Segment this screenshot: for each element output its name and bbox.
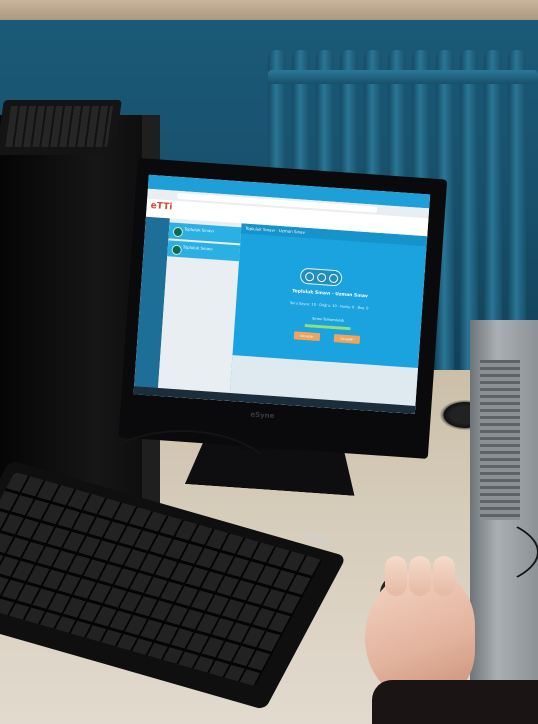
badge-icon [316, 272, 327, 283]
exam-badges [299, 267, 343, 287]
monitor: eTTi Topluluk Sınavı Topluluk Sınavı Top… [118, 158, 448, 459]
background-keys [5, 106, 114, 147]
exam-list-item-title: Topluluk Sınavı [183, 226, 215, 234]
exam-list-item[interactable]: Topluluk Sınavı [167, 240, 241, 262]
answers-button[interactable]: Cevaplar [333, 334, 361, 344]
results-button[interactable]: Sonuçlar [293, 331, 321, 342]
exam-progress-bar [304, 324, 351, 331]
status-dot-icon [171, 244, 183, 256]
exam-panel: Topluluk Sınavı · Uzman Sınav Topluluk S… [229, 223, 431, 414]
photo-scene: eTTi Topluluk Sınavı Topluluk Sınavı Top… [0, 0, 538, 724]
status-dot-icon [172, 226, 184, 238]
background-keyboard [0, 100, 122, 155]
app-logo[interactable]: eTTi [150, 201, 172, 212]
badge-icon [328, 273, 339, 284]
finger [433, 556, 455, 596]
monitor-screen: eTTi Topluluk Sınavı Topluluk Sınavı Top… [133, 174, 431, 414]
radiator-bar [268, 70, 538, 84]
sleeve [372, 680, 538, 724]
finger [385, 556, 407, 596]
case-vent [480, 360, 520, 520]
monitor-brand: eSyne [250, 410, 275, 421]
badge-icon [304, 271, 315, 282]
exam-list-item-title: Topluluk Sınavı [182, 244, 213, 252]
finger [409, 556, 431, 596]
exam-list: Topluluk Sınavı Topluluk Sınavı [157, 218, 242, 401]
right-computer-case [470, 320, 538, 690]
exam-progress-fill [304, 324, 351, 331]
